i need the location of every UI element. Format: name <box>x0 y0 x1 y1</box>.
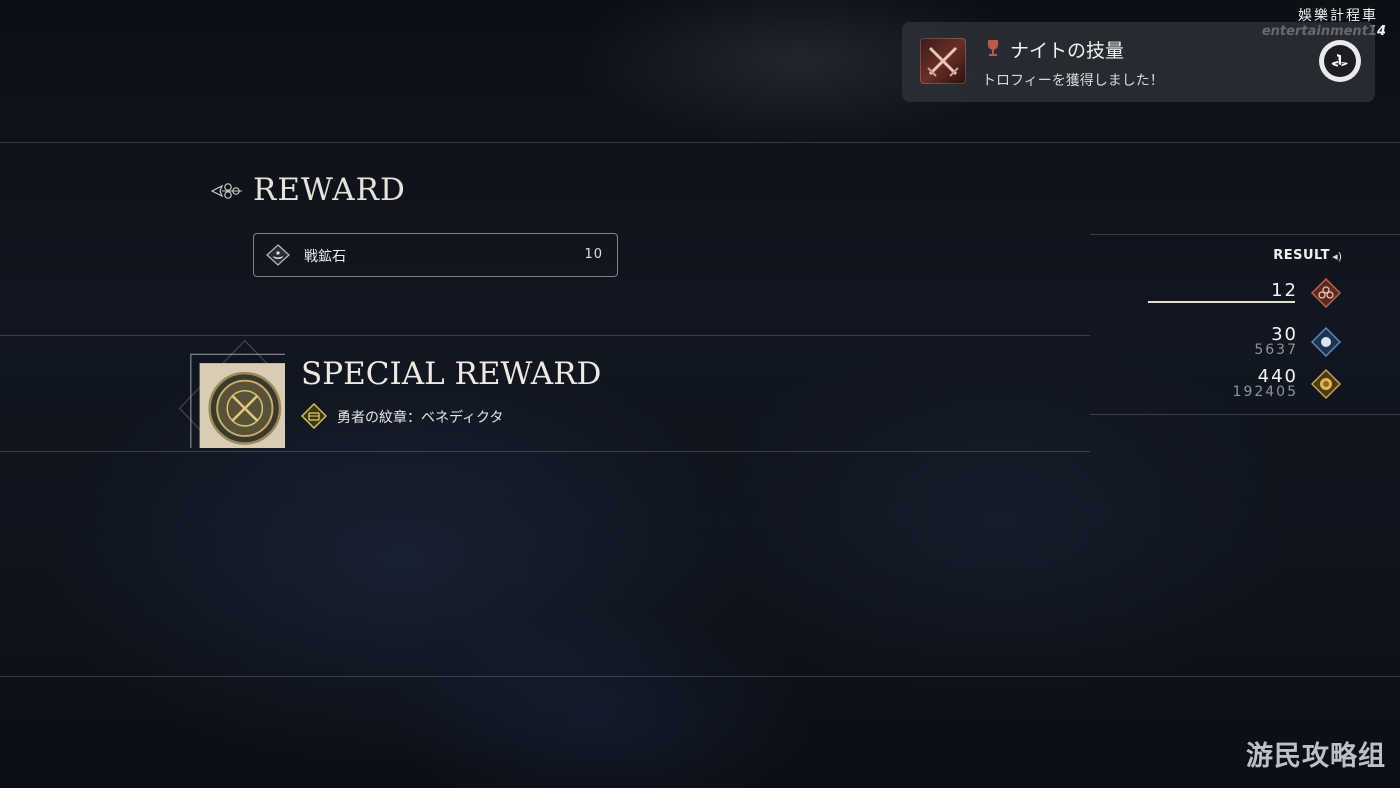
divider-mid <box>0 335 1090 336</box>
speaker-icon: ◂) <box>1332 250 1342 263</box>
level-progress-bar <box>1148 301 1295 303</box>
result-divider-bottom <box>1090 414 1400 415</box>
exp-icon <box>1311 327 1341 357</box>
crest-icon <box>301 403 327 429</box>
divider-top <box>0 142 1400 143</box>
gil-icon <box>1311 369 1341 399</box>
trophy-subtitle: トロフィーを獲得しました！ <box>982 73 1164 89</box>
reward-item-name: 戦鉱石 <box>304 249 346 265</box>
trophy-title: ナイトの技量 <box>1010 40 1125 62</box>
result-exp-total: 5637 <box>1254 342 1298 358</box>
trophy-image <box>920 38 966 84</box>
trophy-notification[interactable]: ナイトの技量 トロフィーを獲得しました！ <box>902 22 1375 102</box>
trophy-cup-icon <box>988 40 998 56</box>
level-icon <box>1311 278 1341 308</box>
playstation-glyph-icon <box>1331 54 1348 67</box>
result-level-value: 12 <box>1271 280 1298 301</box>
crossed-swords-icon <box>927 46 959 77</box>
divider-special <box>0 451 1090 452</box>
divider-bottom <box>0 676 1400 677</box>
result-label: RESULT <box>1273 248 1330 263</box>
ore-icon <box>266 244 290 266</box>
reward-ornament-icon <box>210 183 242 199</box>
result-divider-top <box>1090 234 1400 235</box>
special-reward-crest-image <box>178 339 285 448</box>
reward-item-row[interactable]: 戦鉱石 10 <box>253 233 618 277</box>
ps-logo-icon[interactable] <box>1319 40 1361 82</box>
reward-item-quantity: 10 <box>584 247 603 262</box>
special-reward-item-name: 勇者の紋章：ベネディクタ <box>337 410 504 426</box>
reward-heading: REWARD <box>253 172 406 208</box>
watermark-bottom: 游民攻略组 <box>1246 741 1386 772</box>
special-reward-heading: SPECIAL REWARD <box>301 356 602 392</box>
result-gil-total: 192405 <box>1232 384 1298 400</box>
